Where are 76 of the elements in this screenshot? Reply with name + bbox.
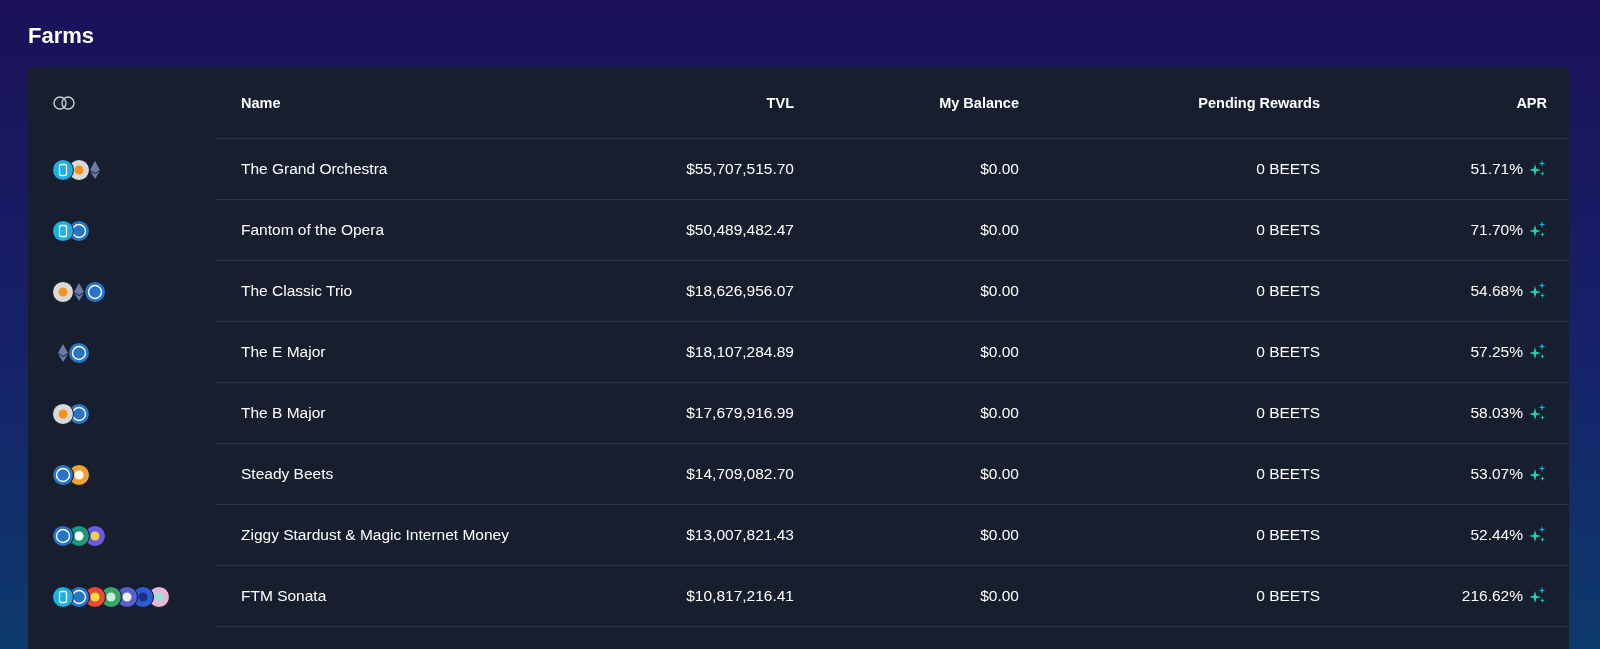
farm-name[interactable]: The E Major [241, 343, 565, 361]
apr-value: 51.71% [1470, 160, 1523, 178]
apr-value: 71.70% [1470, 221, 1523, 239]
token-icon [68, 219, 90, 242]
column-header[interactable]: TVL [565, 94, 794, 111]
token-icon [52, 463, 74, 486]
apr-value: 57.25% [1470, 343, 1523, 361]
balance-value: $0.00 [979, 343, 1019, 361]
pending-rewards-value: 0 BEETS [1255, 404, 1320, 422]
token-icon [148, 585, 170, 608]
token-icon [84, 585, 106, 608]
balance-value: $0.00 [979, 160, 1019, 178]
balance-value: $0.00 [979, 221, 1019, 239]
token-icon [52, 280, 74, 303]
farm-name[interactable]: The B Major [241, 404, 565, 422]
token-icon [68, 463, 90, 486]
token-icon [52, 158, 74, 181]
token-icon [84, 280, 106, 303]
token-icon [52, 402, 74, 425]
balance-value: $0.00 [979, 587, 1019, 605]
farm-name[interactable]: Ziggy Stardust & Magic Internet Money [241, 526, 565, 544]
pending-rewards-value: 0 BEETS [1255, 221, 1320, 239]
pending-rewards-value: 0 BEETS [1255, 282, 1320, 300]
farm-name[interactable]: FTM Sonata [241, 587, 565, 605]
apr-value: 52.44% [1470, 526, 1523, 544]
token-icon [68, 158, 90, 181]
sparkle-icon[interactable] [1529, 160, 1547, 178]
column-header[interactable]: Name [241, 94, 565, 111]
token-icon [68, 341, 90, 364]
tvl-value: $10,817,216.41 [685, 587, 794, 605]
balance-value: $0.00 [979, 465, 1019, 483]
token-icon [116, 585, 138, 608]
sparkle-icon[interactable] [1529, 221, 1547, 239]
farm-name[interactable]: Steady Beets [241, 465, 565, 483]
balance-value: $0.00 [979, 404, 1019, 422]
tvl-value: $18,107,284.89 [685, 343, 794, 361]
tvl-value: $50,489,482.47 [685, 221, 794, 239]
column-header[interactable]: My Balance [794, 94, 1019, 111]
pending-rewards-value: 0 BEETS [1255, 160, 1320, 178]
apr-value: 216.62% [1461, 587, 1523, 605]
token-icon [52, 219, 74, 242]
tvl-value: $17,679,916.99 [685, 404, 794, 422]
sparkle-icon[interactable] [1529, 343, 1547, 361]
tvl-value: $55,707,515.70 [685, 160, 794, 178]
token-icon [84, 524, 106, 547]
column-header[interactable]: APR [1320, 94, 1547, 111]
balance-value: $0.00 [979, 282, 1019, 300]
farm-name[interactable]: The Classic Trio [241, 282, 565, 300]
token-icon [52, 585, 74, 608]
column-header[interactable]: Pending Rewards [1019, 94, 1320, 111]
sparkle-icon[interactable] [1529, 282, 1547, 300]
token-icon [68, 402, 90, 425]
farm-name[interactable]: The Grand Orchestra [241, 160, 565, 178]
tvl-value: $18,626,956.07 [685, 282, 794, 300]
token-icon [100, 585, 122, 608]
farm-name[interactable]: Fantom of the Opera [241, 221, 565, 239]
sparkle-icon[interactable] [1529, 526, 1547, 544]
page-title: Farms [28, 22, 95, 50]
balance-value: $0.00 [979, 526, 1019, 544]
tvl-value: $13,007,821.43 [685, 526, 794, 544]
apr-value: 54.68% [1470, 282, 1523, 300]
tvl-value: $14,709,082.70 [685, 465, 794, 483]
pending-rewards-value: 0 BEETS [1255, 465, 1320, 483]
pending-rewards-value: 0 BEETS [1255, 526, 1320, 544]
sparkle-icon[interactable] [1529, 404, 1547, 422]
token-icon [52, 524, 74, 547]
pending-rewards-value: 0 BEETS [1255, 343, 1320, 361]
sparkle-icon[interactable] [1529, 587, 1547, 605]
apr-value: 53.07% [1470, 465, 1523, 483]
pending-rewards-value: 0 BEETS [1255, 587, 1320, 605]
rings-icon [52, 96, 76, 110]
token-icon [68, 585, 90, 608]
token-icon [68, 524, 90, 547]
apr-value: 58.03% [1470, 404, 1523, 422]
token-icon [132, 585, 154, 608]
sparkle-icon[interactable] [1529, 465, 1547, 483]
